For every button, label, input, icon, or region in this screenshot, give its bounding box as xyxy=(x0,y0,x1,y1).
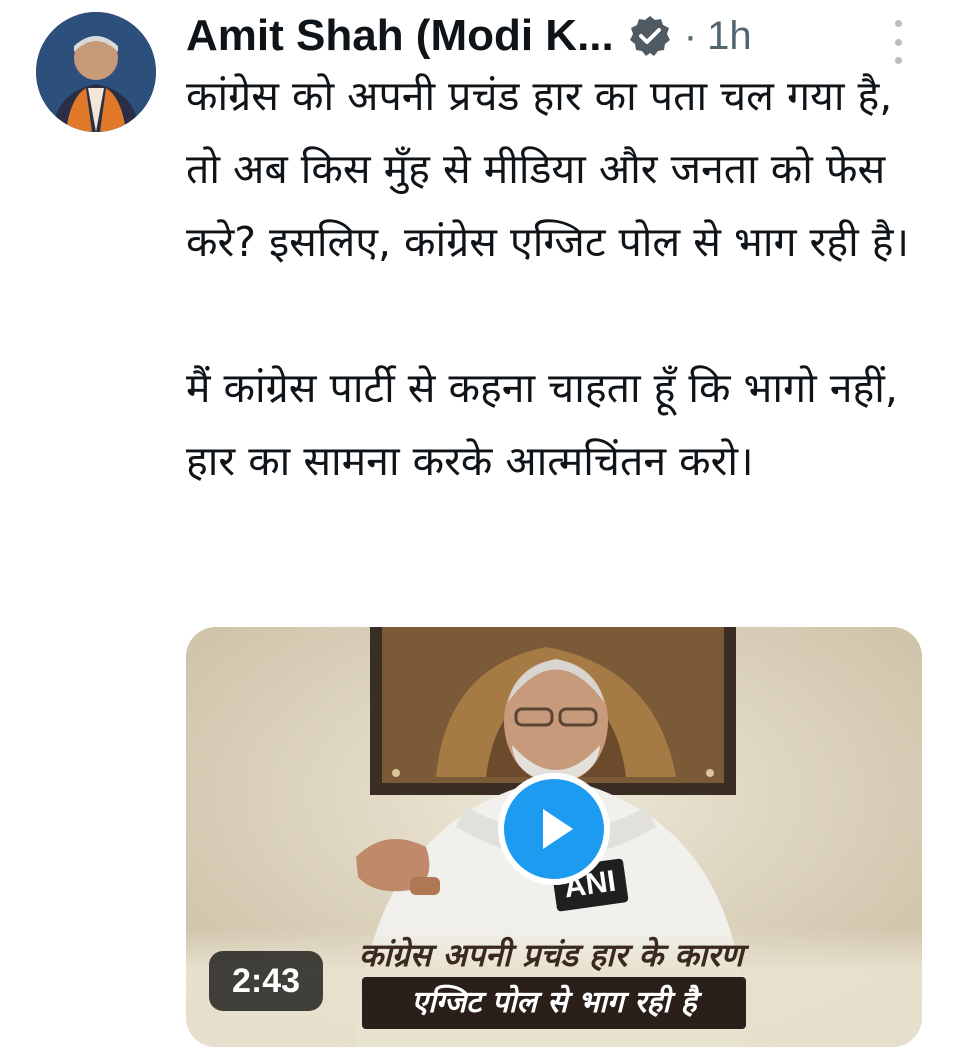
avatar-image xyxy=(36,12,156,132)
video-duration-badge: 2:43 xyxy=(209,951,323,1011)
tweet-text: कांग्रेस को अपनी प्रचंड हार का पता चल गय… xyxy=(186,60,926,498)
tweet-paragraph-1: कांग्रेस को अपनी प्रचंड हार का पता चल गय… xyxy=(186,72,910,266)
video-caption-line-2: एग्जिट पोल से भाग रही है xyxy=(411,985,697,1020)
header-separator: · xyxy=(683,13,698,58)
author-name[interactable]: Amit Shah (Modi K... xyxy=(186,11,614,61)
more-vertical-icon[interactable] xyxy=(888,20,908,64)
play-icon xyxy=(543,809,573,849)
play-button[interactable] xyxy=(498,773,610,885)
author-avatar[interactable] xyxy=(36,12,156,132)
tweet-paragraph-2: मैं कांग्रेस पार्टी से कहना चाहता हूँ कि… xyxy=(186,364,898,485)
tweet-header: Amit Shah (Modi K... · 1h xyxy=(186,4,926,68)
video-caption-line-1: कांग्रेस अपनी प्रचंड हार के कारण xyxy=(358,936,744,974)
verified-badge-icon xyxy=(629,16,670,56)
video-thumbnail[interactable]: ANI कांग्रेस अपनी प्रचंड हार के कारण एग्… xyxy=(186,627,922,1047)
tweet-timestamp[interactable]: 1h xyxy=(707,14,752,59)
